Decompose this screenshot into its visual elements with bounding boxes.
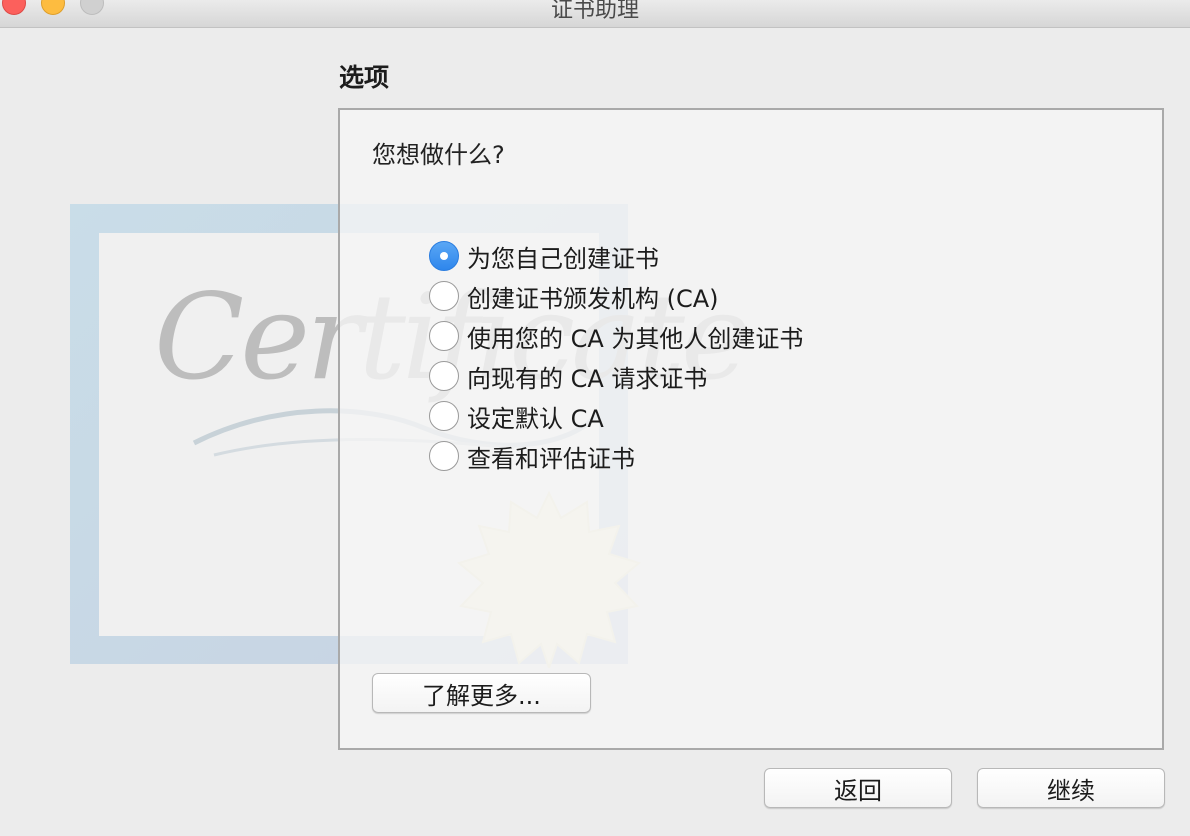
options-panel: 您想做什么? 为您自己创建证书 创建证书颁发机构 (CA) 使用您的 CA 为其… bbox=[338, 108, 1164, 750]
option-label: 创建证书颁发机构 (CA) bbox=[467, 284, 719, 313]
section-title: 选项 bbox=[339, 63, 390, 92]
option-label: 为您自己创建证书 bbox=[467, 244, 659, 273]
continue-button[interactable]: 继续 bbox=[977, 768, 1165, 808]
option-create-own-certificate[interactable]: 为您自己创建证书 bbox=[429, 239, 659, 273]
option-create-for-others[interactable]: 使用您的 CA 为其他人创建证书 bbox=[429, 319, 803, 353]
back-button[interactable]: 返回 bbox=[764, 768, 952, 808]
option-create-ca[interactable]: 创建证书颁发机构 (CA) bbox=[429, 279, 719, 313]
option-label: 查看和评估证书 bbox=[467, 444, 635, 473]
window-titlebar: 证书助理 bbox=[0, 0, 1190, 28]
radio-button[interactable] bbox=[429, 401, 459, 431]
radio-button[interactable] bbox=[429, 441, 459, 471]
option-set-default-ca[interactable]: 设定默认 CA bbox=[429, 399, 604, 433]
option-label: 向现有的 CA 请求证书 bbox=[467, 364, 708, 393]
window-title: 证书助理 bbox=[550, 0, 639, 23]
question-label: 您想做什么? bbox=[372, 141, 505, 169]
option-request-from-ca[interactable]: 向现有的 CA 请求证书 bbox=[429, 359, 707, 393]
option-label: 使用您的 CA 为其他人创建证书 bbox=[467, 324, 804, 353]
option-view-evaluate[interactable]: 查看和评估证书 bbox=[429, 439, 635, 473]
radio-button[interactable] bbox=[429, 281, 459, 311]
radio-button-selected[interactable] bbox=[429, 241, 459, 271]
option-label: 设定默认 CA bbox=[467, 404, 604, 433]
radio-button[interactable] bbox=[429, 361, 459, 391]
radio-button[interactable] bbox=[429, 321, 459, 351]
learn-more-button[interactable]: 了解更多... bbox=[372, 673, 591, 713]
